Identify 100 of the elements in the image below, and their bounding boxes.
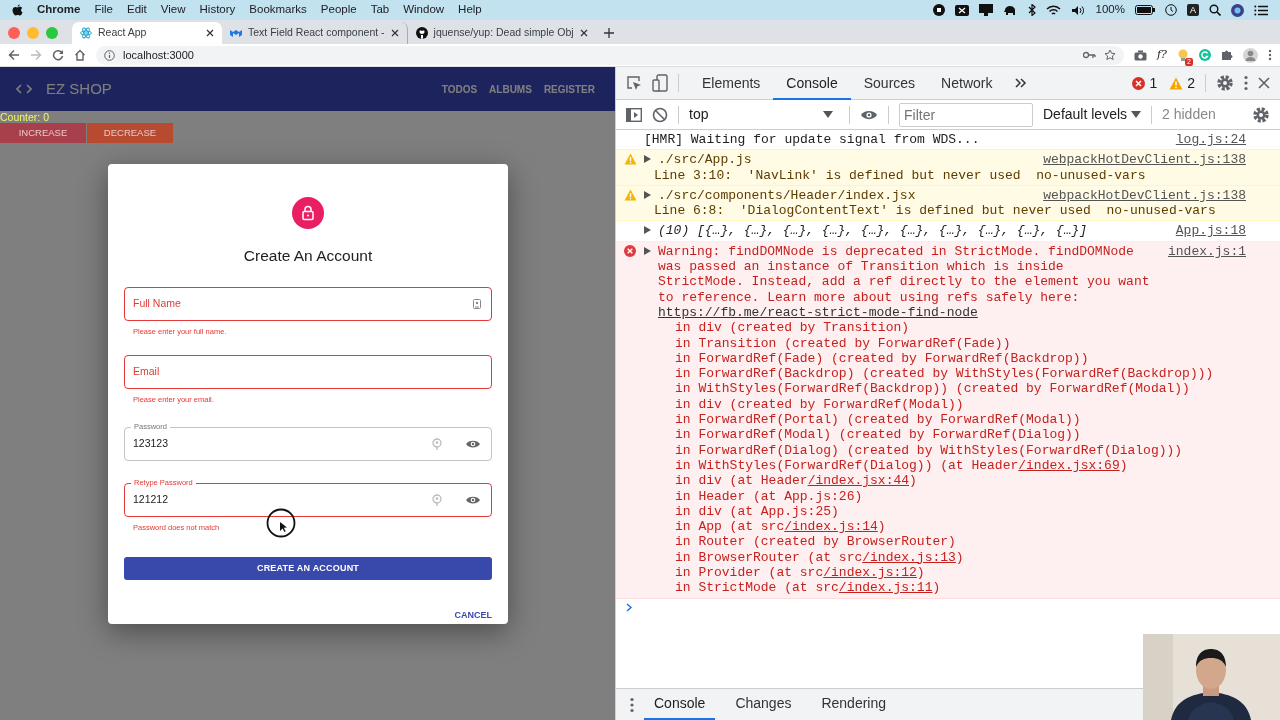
- source-link[interactable]: log.js:24: [1175, 132, 1246, 148]
- source-link[interactable]: /index.js:12: [823, 565, 917, 580]
- close-icon[interactable]: [579, 29, 588, 37]
- extension-button[interactable]: f?: [1157, 46, 1167, 64]
- expand-arrow-icon[interactable]: [644, 190, 651, 199]
- eye-icon[interactable]: [860, 108, 878, 121]
- device-icon[interactable]: [652, 74, 668, 92]
- devtools-tab[interactable]: Sources: [850, 68, 929, 100]
- reload-icon[interactable]: [52, 49, 64, 61]
- devtools-tab[interactable]: Elements: [689, 68, 774, 100]
- brand-title[interactable]: EZ SHOP: [46, 77, 112, 101]
- more-icon[interactable]: [630, 696, 634, 713]
- source-link[interactable]: /index.jsx:44: [807, 473, 910, 489]
- new-tab-icon[interactable]: [603, 28, 614, 38]
- volume-icon[interactable]: [1070, 4, 1086, 16]
- settings-icon[interactable]: [1252, 105, 1270, 124]
- inspect-icon[interactable]: [626, 75, 642, 91]
- link[interactable]: https://fb.me/react-strict-mode-find-node: [658, 304, 978, 320]
- app-menu[interactable]: Chrome: [37, 1, 81, 19]
- browser-tab[interactable]: React App: [72, 22, 222, 44]
- text-field[interactable]: Email: [124, 354, 492, 389]
- clock-icon[interactable]: [1165, 4, 1177, 16]
- menu-item[interactable]: Tab: [370, 1, 390, 19]
- battery-icon[interactable]: [1135, 5, 1155, 15]
- assistant-icon[interactable]: [1231, 3, 1244, 17]
- browser-tab[interactable]: jquense/yup: Dead simple Obj: [407, 22, 596, 44]
- stack-line: in div (at App.js:25): [674, 503, 840, 520]
- menu-item[interactable]: People: [320, 1, 357, 19]
- menu-item[interactable]: Window: [403, 1, 445, 19]
- menu-item[interactable]: Edit: [127, 1, 147, 19]
- submit-button[interactable]: CREATE AN ACCOUNT: [124, 557, 492, 580]
- nav-link[interactable]: ALBUMS: [489, 81, 532, 97]
- devtools-tab[interactable]: Network: [928, 68, 1006, 100]
- apple-icon[interactable]: [12, 3, 23, 17]
- source-link[interactable]: /index.js:13: [862, 549, 956, 565]
- drawer-tab[interactable]: Console: [644, 689, 716, 720]
- menu-item[interactable]: View: [160, 1, 186, 19]
- bulb-icon[interactable]: [1177, 48, 1189, 62]
- source-link[interactable]: webpackHotDevClient.js:138: [1043, 152, 1246, 168]
- nav-link[interactable]: REGISTER: [543, 81, 595, 97]
- back-icon[interactable]: [8, 49, 20, 61]
- camera-icon[interactable]: [1134, 49, 1148, 61]
- prompt-icon[interactable]: [626, 602, 633, 612]
- puzzle-icon[interactable]: [1221, 49, 1233, 61]
- expand-arrow-icon[interactable]: [644, 155, 651, 164]
- cancel-button[interactable]: CANCEL: [450, 606, 496, 624]
- home-icon[interactable]: [74, 49, 86, 61]
- close-icon[interactable]: [390, 29, 399, 37]
- log-message[interactable]: ./src/App.js: [658, 152, 1030, 168]
- input-source-menu[interactable]: A: [1187, 4, 1199, 16]
- contact-card-icon[interactable]: [473, 299, 481, 310]
- bluetooth-icon[interactable]: [1027, 4, 1036, 16]
- warning-icon: [1169, 76, 1184, 90]
- monitor-icon[interactable]: [978, 4, 993, 16]
- clear-console-icon[interactable]: [652, 106, 668, 123]
- context-select[interactable]: top: [689, 102, 839, 127]
- address-field[interactable]: localhost:3000: [96, 45, 1125, 65]
- github-icon: [415, 27, 428, 39]
- star-icon[interactable]: [1104, 49, 1117, 61]
- log-message[interactable]: (10) [{…}, {…}, {…}, {…}, {…}, {…}, {…}, {…}, {…}, {…}]: [658, 223, 1162, 239]
- settings-icon[interactable]: [1216, 74, 1234, 92]
- source-link[interactable]: App.js:18: [1175, 223, 1246, 239]
- wifi-icon[interactable]: [1045, 4, 1061, 16]
- menu-item[interactable]: Bookmarks: [249, 1, 307, 19]
- source-link[interactable]: index.js:1: [1168, 243, 1246, 260]
- source-link[interactable]: /index.jsx:69: [1018, 457, 1120, 473]
- source-link[interactable]: webpackHotDevClient.js:138: [1043, 187, 1246, 204]
- more-tabs-icon[interactable]: [1015, 78, 1028, 88]
- lock-icon: [292, 197, 324, 229]
- source-link[interactable]: /index.js:14: [784, 519, 878, 535]
- stack-line: in ForwardRef(Dialog) (created by WithStyles(ForwardRef(Dialog))): [674, 442, 1184, 458]
- drawer-tab[interactable]: Changes: [725, 689, 802, 720]
- source-link[interactable]: /index.js:11: [838, 580, 933, 596]
- more-icon[interactable]: [1244, 75, 1248, 91]
- code-icon[interactable]: [16, 84, 32, 94]
- log-message[interactable]: ./src/components/Header/index.jsx: [658, 187, 1030, 204]
- avatar-icon[interactable]: [1243, 47, 1258, 63]
- drawer-tab[interactable]: Rendering: [811, 689, 897, 720]
- filter-field[interactable]: Filter: [899, 102, 1033, 127]
- expand-arrow-icon[interactable]: [644, 246, 651, 255]
- text-field[interactable]: Full Name: [124, 287, 492, 322]
- close-icon[interactable]: [206, 29, 214, 37]
- search-icon[interactable]: [1209, 4, 1221, 16]
- menu-item[interactable]: Help: [458, 1, 482, 19]
- sidebar-icon[interactable]: [626, 107, 642, 122]
- record-icon[interactable]: [932, 4, 945, 16]
- expand-arrow-icon[interactable]: [644, 226, 651, 235]
- menu-item[interactable]: File: [94, 1, 113, 19]
- close-icon[interactable]: [1258, 77, 1270, 89]
- devtools-tab[interactable]: Console: [773, 68, 851, 100]
- battery-level: 100%: [1095, 2, 1125, 18]
- counter-button[interactable]: INCREASE: [0, 123, 86, 144]
- counter-button[interactable]: DECREASE: [87, 123, 173, 144]
- menu-item[interactable]: History: [199, 1, 236, 19]
- nav-link[interactable]: TODOS: [441, 81, 478, 97]
- info-icon: [104, 49, 115, 61]
- key-icon[interactable]: [1083, 51, 1097, 59]
- more-icon[interactable]: [1268, 49, 1272, 61]
- list-icon[interactable]: [1254, 4, 1268, 16]
- levels-dropdown[interactable]: Default levels: [1043, 102, 1142, 127]
